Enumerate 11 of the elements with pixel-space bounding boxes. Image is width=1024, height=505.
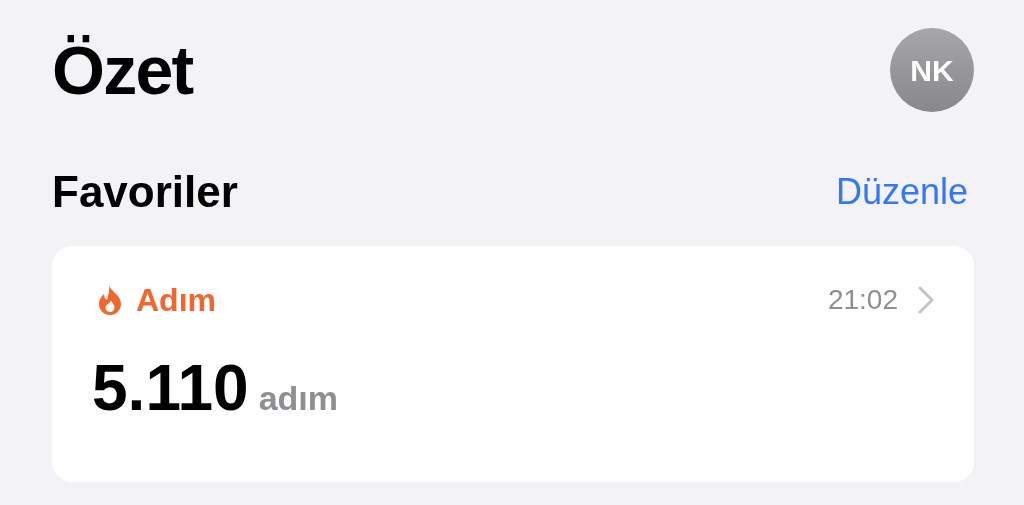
edit-link[interactable]: Düzenle (835, 174, 968, 210)
profile-avatar[interactable]: NK (890, 28, 974, 112)
timestamp: 21:02 (827, 283, 898, 317)
chevron-right-icon (918, 286, 934, 314)
unit-label: adım (258, 381, 338, 415)
section-title: Favoriler (52, 170, 238, 214)
step-count: 5.110 (92, 356, 249, 420)
category-label: Adım (136, 281, 216, 320)
favorite-card[interactable]: Adım 21:02 5.110 adım (52, 246, 974, 482)
page-title: Özet (52, 36, 193, 104)
flame-icon (98, 285, 122, 315)
